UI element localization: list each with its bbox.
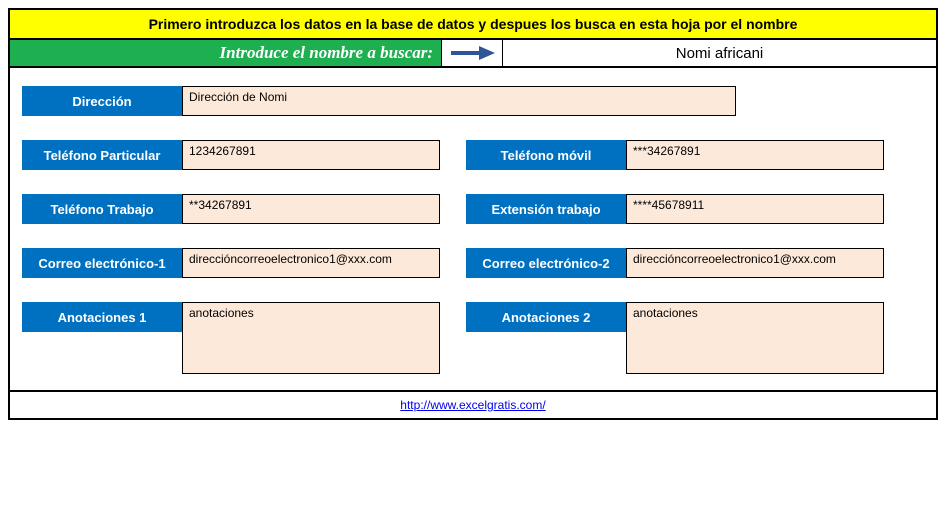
value-correo2[interactable]: direccióncorreoelectronico1@xxx.com [626,248,884,278]
field-tel-movil: Teléfono móvil ***34267891 [466,140,884,170]
label-ext-trabajo: Extensión trabajo [466,194,626,224]
search-input-value[interactable]: Nomi africani [503,40,936,66]
value-ext-trabajo[interactable]: ****45678911 [626,194,884,224]
label-anot2: Anotaciones 2 [466,302,626,332]
field-anot1: Anotaciones 1 anotaciones [22,302,440,374]
label-correo1: Correo electrónico-1 [22,248,182,278]
value-tel-trabajo[interactable]: **34267891 [182,194,440,224]
field-ext-trabajo: Extensión trabajo ****45678911 [466,194,884,224]
row-trabajo: Teléfono Trabajo **34267891 Extensión tr… [22,194,924,224]
row-telefonos: Teléfono Particular 1234267891 Teléfono … [22,140,924,170]
label-tel-trabajo: Teléfono Trabajo [22,194,182,224]
value-anot2[interactable]: anotaciones [626,302,884,374]
footer-link[interactable]: http://www.excelgratis.com/ [400,398,545,412]
label-direccion: Dirección [22,86,182,116]
label-correo2: Correo electrónico-2 [466,248,626,278]
header-instruction: Primero introduzca los datos en la base … [10,10,936,40]
value-direccion[interactable]: Dirección de Nomi [182,86,736,116]
arrow-cell [442,40,503,66]
row-correos: Correo electrónico-1 direccióncorreoelec… [22,248,924,278]
search-row: Introduce el nombre a buscar: Nomi afric… [10,40,936,68]
footer: http://www.excelgratis.com/ [10,390,936,418]
field-anot2: Anotaciones 2 anotaciones [466,302,884,374]
row-anotaciones: Anotaciones 1 anotaciones Anotaciones 2 … [22,302,924,374]
value-tel-particular[interactable]: 1234267891 [182,140,440,170]
field-tel-particular: Teléfono Particular 1234267891 [22,140,440,170]
body-area: Dirección Dirección de Nomi Teléfono Par… [10,68,936,390]
label-tel-particular: Teléfono Particular [22,140,182,170]
field-direccion: Dirección Dirección de Nomi [22,86,736,116]
value-anot1[interactable]: anotaciones [182,302,440,374]
value-correo1[interactable]: direccióncorreoelectronico1@xxx.com [182,248,440,278]
main-frame: Primero introduzca los datos en la base … [8,8,938,420]
arrow-right-icon [449,44,495,62]
row-direccion: Dirección Dirección de Nomi [22,86,924,116]
search-prompt-label: Introduce el nombre a buscar: [10,40,442,66]
label-tel-movil: Teléfono móvil [466,140,626,170]
label-anot1: Anotaciones 1 [22,302,182,332]
field-correo2: Correo electrónico-2 direccióncorreoelec… [466,248,884,278]
value-tel-movil[interactable]: ***34267891 [626,140,884,170]
field-tel-trabajo: Teléfono Trabajo **34267891 [22,194,440,224]
field-correo1: Correo electrónico-1 direccióncorreoelec… [22,248,440,278]
